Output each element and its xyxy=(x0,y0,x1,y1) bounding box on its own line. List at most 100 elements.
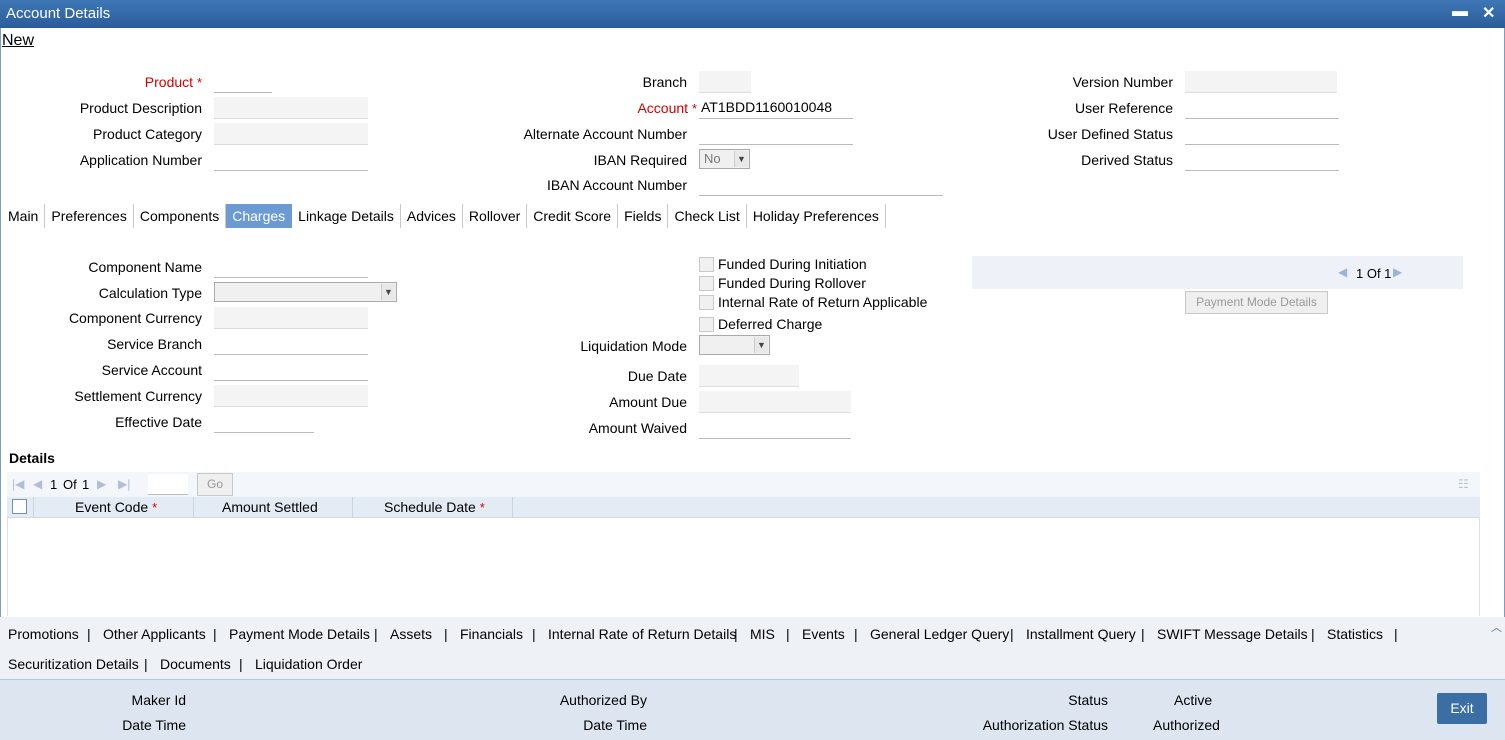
next-page-icon[interactable]: ▶ xyxy=(97,477,106,491)
pager-text: 1 Of 1 xyxy=(1356,266,1392,281)
tab-preferences[interactable]: Preferences xyxy=(45,204,134,228)
settlement-currency-label: Settlement Currency xyxy=(74,388,202,404)
irr-applicable-checkbox[interactable] xyxy=(699,295,714,310)
tab-bar: Main Preferences Components Charges Link… xyxy=(2,204,886,228)
link-liquidation-order[interactable]: Liquidation Order xyxy=(255,656,362,672)
iban-required-select[interactable]: No ▼ xyxy=(699,149,750,169)
link-assets[interactable]: Assets xyxy=(390,626,432,642)
iban-required-value: No xyxy=(704,151,721,166)
page-number-input[interactable] xyxy=(148,474,188,495)
product-input[interactable] xyxy=(214,71,272,93)
link-statistics[interactable]: Statistics xyxy=(1327,626,1383,642)
link-other-applicants[interactable]: Other Applicants xyxy=(103,626,206,642)
deferred-charge-label: Deferred Charge xyxy=(718,316,823,332)
prev-page-icon[interactable]: ◀ xyxy=(33,477,42,491)
prev-arrow-icon[interactable]: ◀ xyxy=(1338,265,1347,279)
charge-component-pager: ◀ 1 Of 1 ▶ xyxy=(972,256,1463,289)
calculation-type-select[interactable]: ▼ xyxy=(214,282,397,302)
link-promotions[interactable]: Promotions xyxy=(8,626,79,642)
select-all-checkbox[interactable] xyxy=(12,499,27,514)
details-page-of: Of xyxy=(63,477,77,492)
component-name-input[interactable] xyxy=(214,256,368,278)
amount-due-field xyxy=(699,391,851,413)
maker-id-label: Maker Id xyxy=(131,692,186,708)
tab-charges[interactable]: Charges xyxy=(226,204,293,228)
alternate-account-number-input[interactable] xyxy=(699,123,853,145)
user-reference-label: User Reference xyxy=(1074,100,1173,116)
collapse-icon[interactable]: ︿ xyxy=(1491,619,1502,635)
link-general-ledger-query[interactable]: General Ledger Query xyxy=(870,626,1009,642)
minimize-icon[interactable]: ▬ xyxy=(1452,3,1468,21)
product-description-field xyxy=(214,97,368,119)
new-link[interactable]: New xyxy=(2,32,34,50)
column-header-amount-settled[interactable]: Amount Settled xyxy=(222,499,318,515)
tab-check-list[interactable]: Check List xyxy=(668,204,747,228)
calculation-type-label: Calculation Type xyxy=(98,285,202,301)
maker-date-time-label: Date Time xyxy=(122,717,186,733)
authorization-status-label: Authorization Status xyxy=(982,717,1108,733)
tab-linkage-details[interactable]: Linkage Details xyxy=(292,204,401,228)
first-page-icon[interactable]: |◀ xyxy=(12,477,24,491)
tab-rollover[interactable]: Rollover xyxy=(463,204,528,228)
branch-label: Branch xyxy=(642,74,687,90)
payment-mode-details-button[interactable]: Payment Mode Details xyxy=(1185,291,1328,314)
funded-during-initiation-checkbox[interactable] xyxy=(699,257,714,272)
link-financials[interactable]: Financials xyxy=(460,626,523,642)
link-mis[interactable]: MIS xyxy=(750,626,775,642)
exit-button[interactable]: Exit xyxy=(1437,693,1487,724)
product-description-label: Product Description xyxy=(79,100,202,116)
link-installment-query[interactable]: Installment Query xyxy=(1026,626,1136,642)
go-button[interactable]: Go xyxy=(197,473,233,496)
tab-credit-score[interactable]: Credit Score xyxy=(527,204,619,228)
details-page-total: 1 xyxy=(82,477,90,492)
service-branch-label: Service Branch xyxy=(107,336,202,352)
amount-due-label: Amount Due xyxy=(609,394,687,410)
alternate-account-number-label: Alternate Account Number xyxy=(523,126,687,142)
checker-date-time-label: Date Time xyxy=(583,717,647,733)
effective-date-input[interactable] xyxy=(214,411,314,433)
derived-status-input[interactable] xyxy=(1185,149,1339,171)
column-header-event-code[interactable]: Event Code * xyxy=(75,499,157,515)
link-payment-mode-details[interactable]: Payment Mode Details xyxy=(229,626,370,642)
close-icon[interactable]: ✕ xyxy=(1482,3,1495,23)
tab-advices[interactable]: Advices xyxy=(401,204,463,228)
liquidation-mode-label: Liquidation Mode xyxy=(580,338,687,354)
version-number-field xyxy=(1185,71,1337,93)
component-name-label: Component Name xyxy=(88,259,202,275)
user-defined-status-label: User Defined Status xyxy=(1047,126,1173,142)
user-reference-input[interactable] xyxy=(1185,97,1339,119)
grid-settings-icon[interactable]: ☷ xyxy=(1458,477,1469,491)
tab-components[interactable]: Components xyxy=(134,204,227,228)
funded-during-rollover-checkbox[interactable] xyxy=(699,276,714,291)
irr-applicable-label: Internal Rate of Return Applicable xyxy=(718,294,928,310)
user-defined-status-input[interactable] xyxy=(1185,123,1339,145)
product-category-field xyxy=(214,123,368,145)
link-events[interactable]: Events xyxy=(802,626,845,642)
link-securitization-details[interactable]: Securitization Details xyxy=(8,656,139,672)
column-header-schedule-date[interactable]: Schedule Date * xyxy=(384,499,485,515)
version-number-label: Version Number xyxy=(1072,74,1173,90)
amount-waived-input[interactable] xyxy=(699,417,851,439)
details-pager-bar: |◀ ◀ 1 Of 1 ▶ ▶| Go ☷ xyxy=(7,472,1480,498)
service-account-input[interactable] xyxy=(214,359,368,381)
iban-account-number-input[interactable] xyxy=(699,174,943,196)
link-irr-details[interactable]: Internal Rate of Return Details xyxy=(548,626,736,642)
liquidation-mode-select[interactable]: ▼ xyxy=(699,335,770,355)
status-value: Active xyxy=(1174,692,1213,708)
status-label: Status xyxy=(1068,692,1108,708)
required-marker: * xyxy=(691,101,697,116)
tab-fields[interactable]: Fields xyxy=(618,204,669,228)
tab-holiday-preferences[interactable]: Holiday Preferences xyxy=(747,204,886,228)
application-number-input[interactable] xyxy=(214,149,368,171)
service-branch-input[interactable] xyxy=(214,333,368,355)
last-page-icon[interactable]: ▶| xyxy=(118,477,130,491)
deferred-charge-checkbox[interactable] xyxy=(699,317,714,332)
title-bar: Account Details ▬ ✕ xyxy=(0,0,1505,28)
audit-footer: Maker Id Date Time Authorized By Date Ti… xyxy=(0,679,1505,740)
next-arrow-icon[interactable]: ▶ xyxy=(1393,265,1402,279)
tab-main[interactable]: Main xyxy=(2,204,46,228)
link-documents[interactable]: Documents xyxy=(160,656,231,672)
link-swift-message-details[interactable]: SWIFT Message Details xyxy=(1157,626,1308,642)
amount-waived-label: Amount Waived xyxy=(588,420,687,436)
account-input[interactable]: AT1BDD1160010048 xyxy=(699,97,853,119)
